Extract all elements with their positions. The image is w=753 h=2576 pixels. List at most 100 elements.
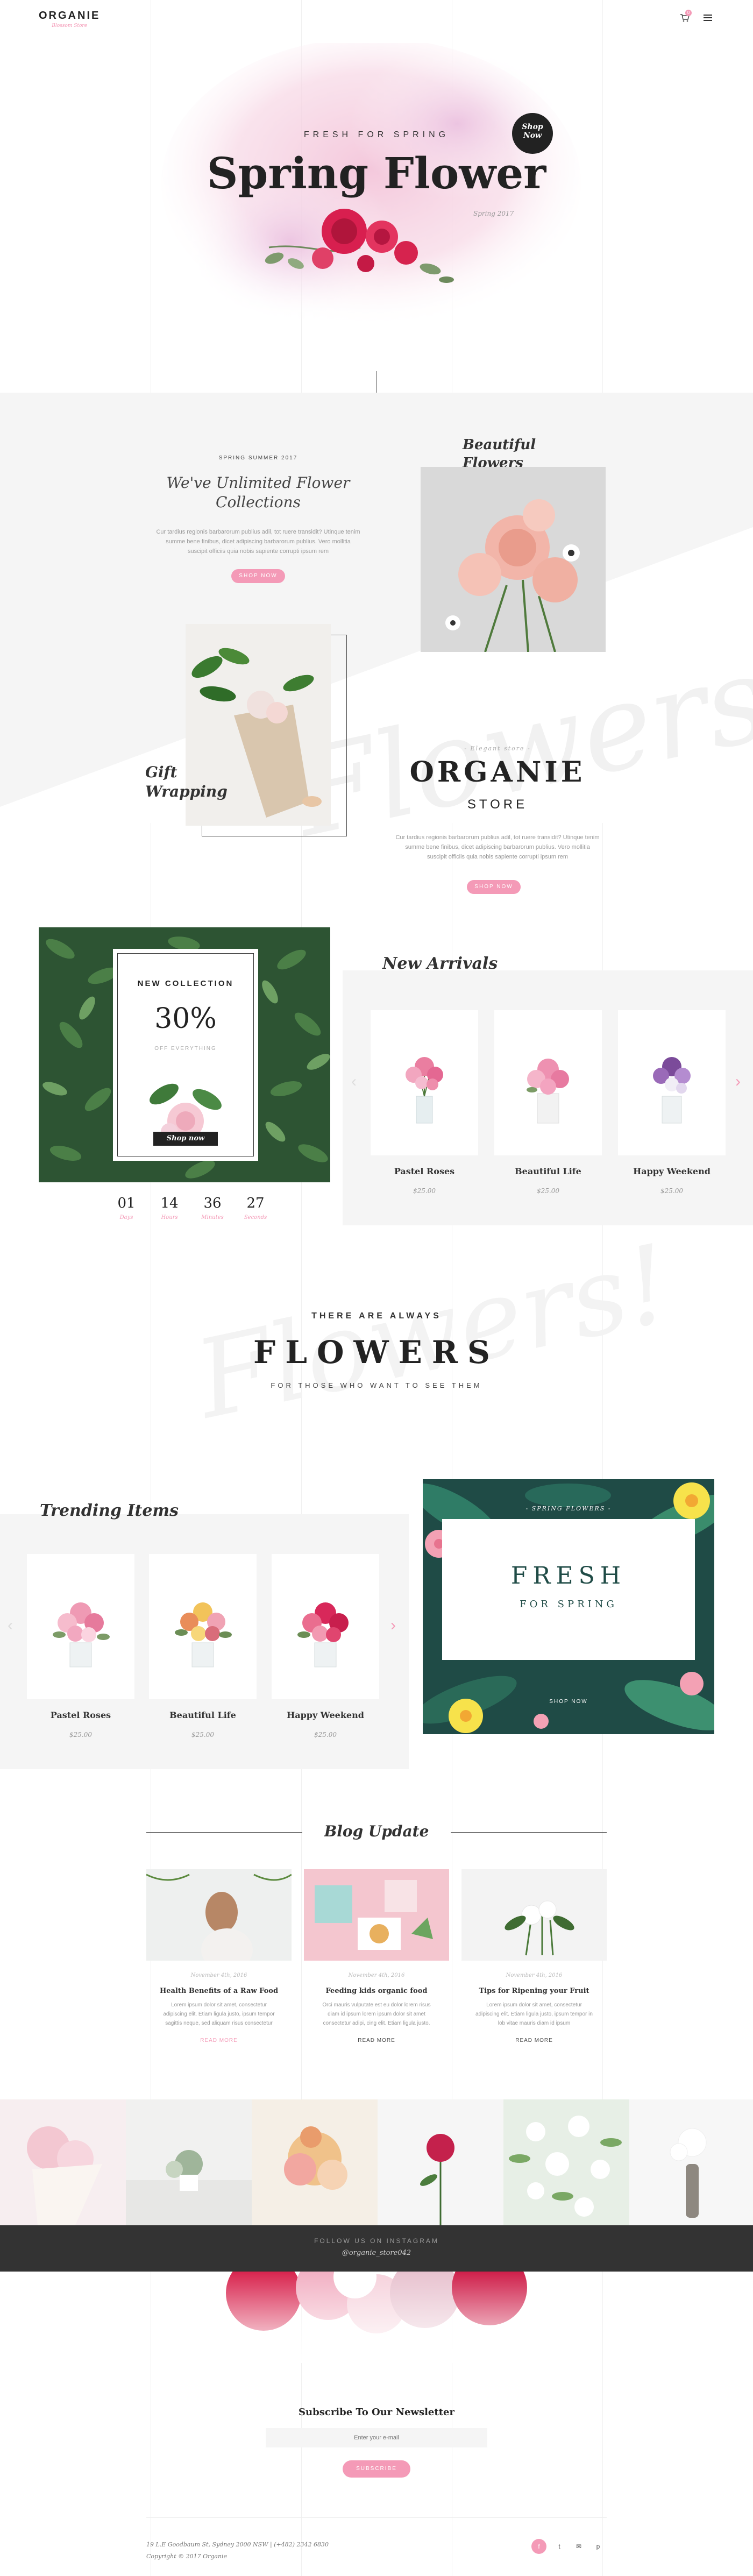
product-image (27, 1554, 134, 1699)
shop-now-badge[interactable]: Shop Now (512, 113, 553, 154)
store-body: Cur tardius regionis barbarorum publius … (395, 834, 600, 860)
hero-section: FRESH FOR SPRING Spring Flower Spring 20… (0, 38, 753, 409)
blog-post-excerpt: Lorem ipsum dolor sit amet, consectetur … (475, 2002, 593, 2026)
product-price: $25.00 (413, 1187, 436, 1195)
product-card[interactable]: Happy Weekend $25.00 (618, 1010, 726, 1195)
product-card[interactable]: Pastel Roses $25.00 (27, 1554, 134, 1738)
fresh-sub: FOR SPRING (520, 1599, 617, 1610)
collections-heading: We've Unlimited Flower Collections (166, 474, 350, 511)
countdown-days-label: Days (119, 1215, 133, 1220)
blog-post-image (304, 1869, 449, 1961)
product-name: Pastel Roses (394, 1166, 455, 1176)
flowers-banner: Flowers! THERE ARE ALWAYS FLOWERS FOR TH… (0, 1221, 753, 1463)
instagram-photo[interactable] (0, 2099, 126, 2225)
product-price: $25.00 (191, 1731, 214, 1738)
countdown-seconds: 27 Seconds (237, 1195, 274, 1220)
product-price: $25.00 (69, 1731, 92, 1738)
new-arrivals-next-arrow[interactable]: › (735, 1073, 741, 1091)
promo-sub: OFF EVERYTHING (154, 1046, 217, 1052)
instagram-photo[interactable] (378, 2099, 503, 2225)
blog-post-title: Health Benefits of a Raw Food (159, 1987, 279, 1995)
product-card[interactable]: Beautiful Life $25.00 (494, 1010, 602, 1195)
blog-post-excerpt: Orci mauris vulputate est eu dolor lorem… (322, 2002, 431, 2026)
blog-post-card[interactable]: November 4th, 2016 Feeding kids organic … (304, 1869, 449, 2043)
promo-shop-now-button[interactable]: Shop now (153, 1132, 218, 1146)
product-price: $25.00 (660, 1187, 683, 1195)
fresh-title: FRESH (510, 1562, 627, 1589)
pinterest-icon[interactable]: p (591, 2539, 606, 2554)
product-image (272, 1554, 379, 1699)
product-name: Pastel Roses (50, 1710, 111, 1720)
countdown-seconds-value: 27 (246, 1195, 265, 1211)
product-price: $25.00 (314, 1731, 337, 1738)
instagram-photo[interactable] (126, 2099, 252, 2225)
site-header: ORGANIE Blossom Store 0 (0, 0, 753, 38)
newsletter-email-input[interactable] (266, 2428, 487, 2447)
twitter-icon[interactable]: t (552, 2539, 567, 2554)
footer-address: 19 L.E Goodbaum St, Sydney 2000 NSW | (+… (146, 2541, 329, 2548)
menu-icon[interactable] (704, 15, 712, 21)
flowers-banner-kicker: THERE ARE ALWAYS (311, 1311, 442, 1321)
gift-wrapping-label: Gift Wrapping (145, 763, 228, 800)
trending-prev-arrow[interactable]: ‹ (8, 1616, 13, 1635)
fresh-card: FRESH FOR SPRING (442, 1519, 695, 1660)
blog-heading: Blog Update (324, 1822, 429, 1840)
product-name: Happy Weekend (633, 1166, 711, 1176)
blog-post-image (461, 1869, 607, 1961)
facebook-icon[interactable]: f (531, 2539, 546, 2554)
countdown-minutes: 36 Minutes (194, 1195, 231, 1220)
blog-read-more-link[interactable]: READ MORE (461, 2038, 607, 2043)
product-image (494, 1010, 602, 1155)
trending-next-arrow[interactable]: › (390, 1616, 396, 1635)
promo-label: NEW COLLECTION (137, 979, 234, 988)
countdown-hours-label: Hours (161, 1215, 178, 1220)
product-price: $25.00 (537, 1187, 559, 1195)
newsletter-flowers-image (194, 2272, 559, 2363)
newsletter-heading: Subscribe To Our Newsletter (299, 2407, 454, 2418)
promo-discount: 30% (154, 1003, 217, 1035)
blog-post-image (146, 1869, 292, 1971)
trending-section: Trending Items ‹ › Pastel Roses $25.00 B… (0, 1501, 409, 1769)
blog-post-date: November 4th, 2016 (506, 1972, 563, 1978)
instagram-handle[interactable]: @organie_store042 (0, 2249, 753, 2257)
blog-post-card[interactable]: November 4th, 2016 Health Benefits of a … (146, 1869, 292, 2043)
cart-icon[interactable]: 0 (679, 10, 692, 24)
countdown-hours: 14 Hours (151, 1195, 188, 1220)
fresh-shop-now-button[interactable]: SHOP NOW (423, 1699, 714, 1705)
countdown-days-value: 01 (117, 1195, 136, 1211)
instagram-photo[interactable] (252, 2099, 378, 2225)
blog-read-more-link[interactable]: READ MORE (304, 2038, 449, 2043)
blog-post-title: Feeding kids organic food (325, 1987, 428, 1995)
blog-read-more-link[interactable]: READ MORE (146, 2038, 292, 2043)
subscribe-button[interactable]: SUBSCRIBE (343, 2460, 410, 2478)
new-arrivals-prev-arrow[interactable]: ‹ (351, 1073, 357, 1091)
store-subtitle: STORE (467, 797, 528, 812)
product-card[interactable]: Beautiful Life $25.00 (149, 1554, 257, 1738)
instagram-photo[interactable] (629, 2099, 753, 2225)
collections-section: SPRING SUMMER 2017 We've Unlimited Flowe… (0, 393, 753, 931)
product-name: Beautiful Life (515, 1166, 581, 1176)
product-name: Beautiful Life (169, 1710, 236, 1720)
flowers-banner-watermark: Flowers! (186, 1220, 681, 1444)
new-arrivals-section: New Arrivals ‹ › Pastel Roses $25.00 Bea… (343, 954, 753, 1225)
instagram-label: FOLLOW US ON INSTAGRAM (314, 2237, 439, 2245)
email-icon[interactable]: ✉ (571, 2539, 586, 2554)
countdown-minutes-label: Minutes (201, 1215, 224, 1220)
product-card[interactable]: Pastel Roses $25.00 (371, 1010, 478, 1195)
blog-post-date: November 4th, 2016 (190, 1972, 247, 1978)
badge-line2: Now (523, 131, 542, 140)
product-image (149, 1554, 257, 1699)
logo-text: ORGANIE (39, 10, 101, 22)
logo[interactable]: ORGANIE Blossom Store (39, 10, 100, 29)
store-kicker: - Elegant store - (464, 745, 531, 752)
blog-post-title: Tips for Ripening your Fruit (479, 1987, 589, 1995)
flowers-banner-title: FLOWERS (253, 1334, 500, 1371)
blog-post-card[interactable]: November 4th, 2016 Tips for Ripening you… (461, 1869, 607, 2043)
product-card[interactable]: Happy Weekend $25.00 (272, 1554, 379, 1738)
collections-shop-now-button[interactable]: SHOP NOW (231, 569, 285, 583)
blog-post-date: November 4th, 2016 (348, 1972, 405, 1978)
instagram-photo[interactable] (503, 2099, 629, 2225)
countdown-days: 01 Days (108, 1195, 145, 1220)
store-shop-now-button[interactable]: SHOP NOW (467, 880, 521, 894)
cart-count-badge: 0 (685, 10, 692, 16)
